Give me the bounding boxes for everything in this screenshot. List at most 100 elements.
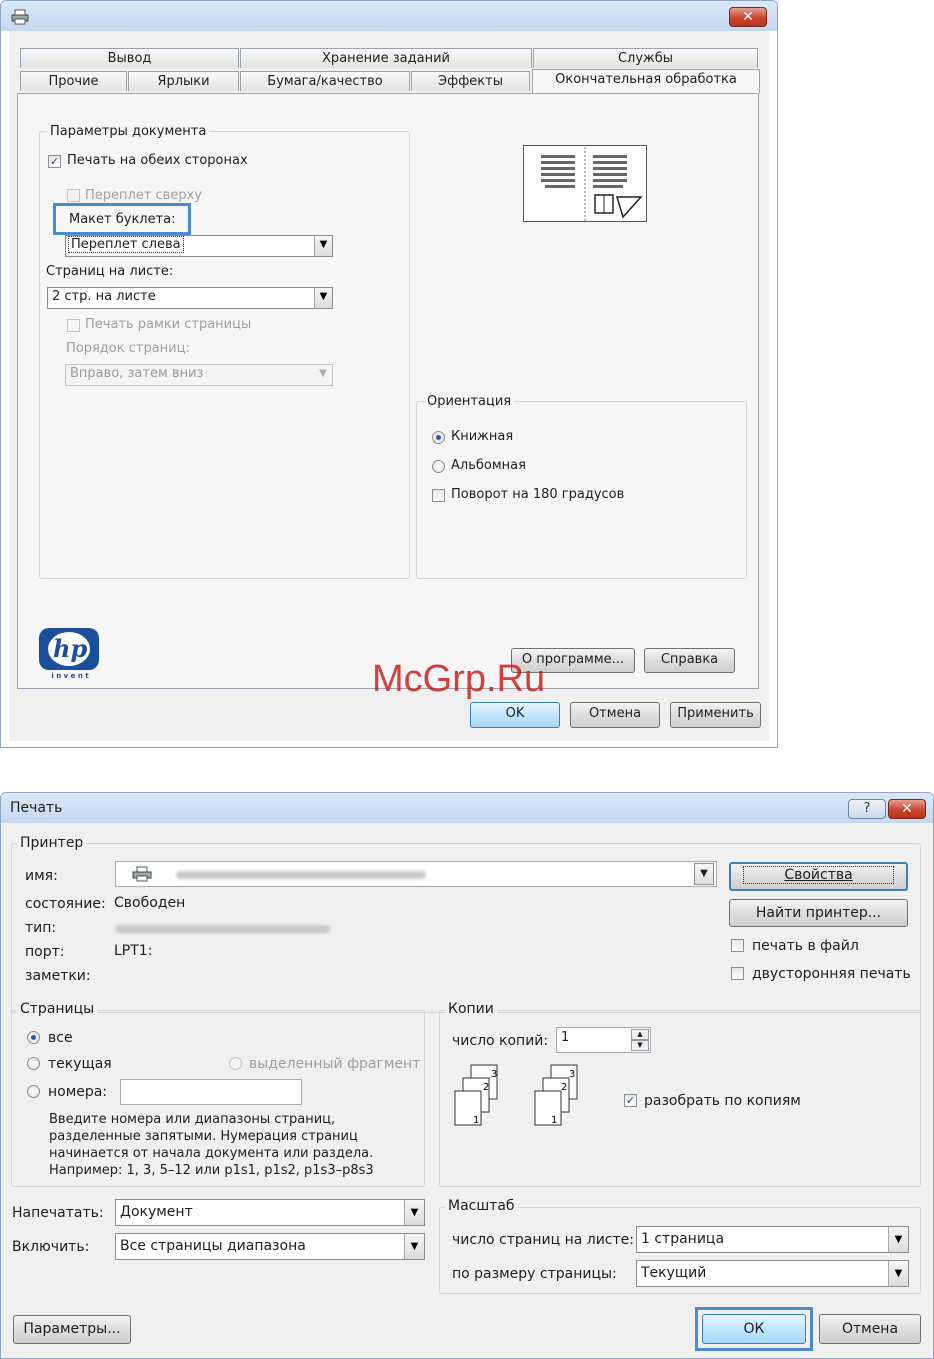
zoom-pages-per-sheet-label: число страниц на листе: — [452, 1232, 634, 1248]
scale-to-label: по размеру страницы: — [452, 1266, 617, 1282]
booklet-label: Макет буклета: — [69, 212, 176, 227]
collate-page-number: 2 — [483, 1082, 489, 1093]
rotate-180-label: Поворот на 180 градусов — [451, 487, 625, 502]
landscape-radio[interactable] — [432, 460, 445, 473]
collate-pages-icon: 3 2 1 3 2 1 — [454, 1064, 578, 1126]
redacted-printer-name — [176, 871, 426, 879]
redacted-printer-type — [115, 925, 330, 933]
title-bar: Печать ? ✕ — [1, 793, 933, 823]
printer-icon — [11, 9, 29, 25]
orientation-label: Ориентация — [424, 394, 515, 409]
tab-effects[interactable]: Эффекты — [411, 71, 530, 91]
apply-button[interactable]: Применить — [670, 702, 761, 728]
zoom-group-label: Масштаб — [445, 1198, 518, 1214]
tab-finishing[interactable]: Окончательная обработка — [532, 69, 760, 93]
duplex-checkbox[interactable] — [731, 967, 744, 980]
pages-per-sheet-label: Страниц на листе: — [46, 264, 174, 279]
scale-to-select[interactable]: Текущий ▼ — [636, 1260, 909, 1287]
booklet-preview-image — [523, 145, 647, 222]
tab-paper-quality[interactable]: Бумага/качество — [240, 71, 410, 91]
chevron-down-icon: ▼ — [404, 1200, 424, 1225]
all-pages-radio[interactable] — [27, 1031, 40, 1044]
chevron-down-icon: ▼ — [888, 1227, 908, 1252]
duplex-checkbox[interactable]: ✓ — [48, 155, 61, 168]
printer-properties-window: ✕ Вывод Хранение заданий Службы Прочие Я… — [0, 0, 778, 748]
selection-radio[interactable] — [229, 1057, 242, 1070]
include-select[interactable]: Все страницы диапазона ▼ — [115, 1233, 425, 1260]
tab-shortcuts[interactable]: Ярлыки — [128, 71, 239, 91]
status-label: состояние: — [25, 896, 106, 912]
collate-page-number: 1 — [473, 1115, 479, 1126]
status-value: Свободен — [114, 895, 186, 911]
watermark: McGrp.Ru — [372, 658, 546, 700]
cancel-button[interactable]: Отмена — [570, 702, 660, 728]
spin-down-icon[interactable]: ▼ — [631, 1040, 649, 1051]
page-range-help-text: Введите номера или диапазоны страниц, ра… — [49, 1112, 374, 1178]
portrait-label: Книжная — [451, 429, 514, 444]
help-question-button[interactable]: ? — [848, 799, 886, 819]
selection-label: выделенный фрагмент — [249, 1056, 421, 1072]
ok-button[interactable]: OK — [470, 702, 560, 728]
chevron-down-icon: ▼ — [314, 288, 332, 308]
duplex-label: Печать на обеих сторонах — [67, 153, 248, 168]
collate-page-number: 1 — [551, 1115, 557, 1126]
all-pages-label: все — [48, 1030, 73, 1046]
document-options-label: Параметры документа — [47, 124, 210, 139]
copies-group-label: Копии — [445, 1001, 497, 1017]
rotate-180-checkbox[interactable] — [432, 489, 445, 502]
print-borders-label: Печать рамки страницы — [85, 317, 252, 332]
chevron-down-icon: ▼ — [404, 1234, 424, 1259]
spin-up-icon[interactable]: ▲ — [631, 1029, 649, 1040]
chevron-down-icon: ▼ — [314, 236, 332, 256]
printer-icon — [132, 866, 152, 882]
dialog-title: Печать — [10, 800, 63, 816]
printer-name-select[interactable]: ▼ — [115, 861, 717, 887]
chevron-down-icon: ▼ — [319, 368, 327, 379]
pages-group-label: Страницы — [17, 1001, 98, 1017]
help-button[interactable]: Справка — [644, 648, 735, 673]
page-order-select[interactable]: Вправо, затем вниз ▼ — [65, 364, 333, 386]
print-what-select[interactable]: Документ ▼ — [115, 1199, 425, 1226]
window-body: Вывод Хранение заданий Службы Прочие Ярл… — [9, 31, 769, 741]
ok-button[interactable]: ОК — [702, 1314, 806, 1344]
chevron-down-icon[interactable]: ▼ — [694, 863, 714, 885]
tab-output[interactable]: Вывод — [20, 48, 239, 68]
print-borders-checkbox[interactable] — [67, 319, 80, 332]
bind-top-label: Переплет сверху — [85, 188, 202, 203]
close-button[interactable]: ✕ — [729, 7, 767, 27]
portrait-radio[interactable] — [432, 431, 445, 444]
options-button[interactable]: Параметры... — [13, 1315, 131, 1344]
name-label: имя: — [25, 868, 58, 884]
print-dialog-window: Печать ? ✕ Принтер имя: ▼ состояние: Сво… — [0, 792, 934, 1359]
tab-job-storage[interactable]: Хранение заданий — [240, 48, 532, 68]
current-page-radio[interactable] — [27, 1057, 40, 1070]
properties-button[interactable]: Свойства — [729, 862, 908, 891]
booklet-layout-select[interactable]: Переплет слева ▼ — [65, 235, 333, 257]
collate-page-number: 3 — [491, 1069, 497, 1080]
page-order-label: Порядок страниц: — [66, 341, 190, 356]
page-numbers-radio[interactable] — [27, 1085, 40, 1098]
hp-logo: hp i n v e n t — [39, 628, 101, 684]
include-label: Включить: — [12, 1239, 90, 1255]
close-button[interactable]: ✕ — [888, 799, 926, 819]
collate-label: разобрать по копиям — [644, 1093, 801, 1109]
chevron-down-icon: ▼ — [888, 1261, 908, 1286]
print-to-file-label: печать в файл — [752, 938, 859, 954]
title-bar: ✕ — [1, 1, 777, 31]
collate-page-number: 3 — [569, 1069, 575, 1080]
find-printer-button[interactable]: Найти принтер... — [729, 899, 908, 927]
current-page-label: текущая — [48, 1056, 112, 1072]
copies-count-input[interactable]: 1 ▲ ▼ — [556, 1027, 651, 1053]
tab-other[interactable]: Прочие — [20, 71, 127, 91]
bind-top-checkbox[interactable] — [67, 189, 80, 202]
pages-per-sheet-select[interactable]: 2 стр. на листе ▼ — [47, 287, 333, 309]
collate-checkbox[interactable]: ✓ — [624, 1094, 637, 1107]
print-what-label: Напечатать: — [12, 1205, 104, 1221]
port-label: порт: — [25, 944, 65, 960]
type-label: тип: — [25, 920, 57, 936]
print-to-file-checkbox[interactable] — [731, 939, 744, 952]
cancel-button[interactable]: Отмена — [819, 1314, 921, 1344]
tab-services[interactable]: Службы — [533, 48, 758, 68]
page-numbers-input[interactable] — [120, 1079, 302, 1105]
zoom-pages-per-sheet-select[interactable]: 1 страница ▼ — [636, 1226, 909, 1253]
